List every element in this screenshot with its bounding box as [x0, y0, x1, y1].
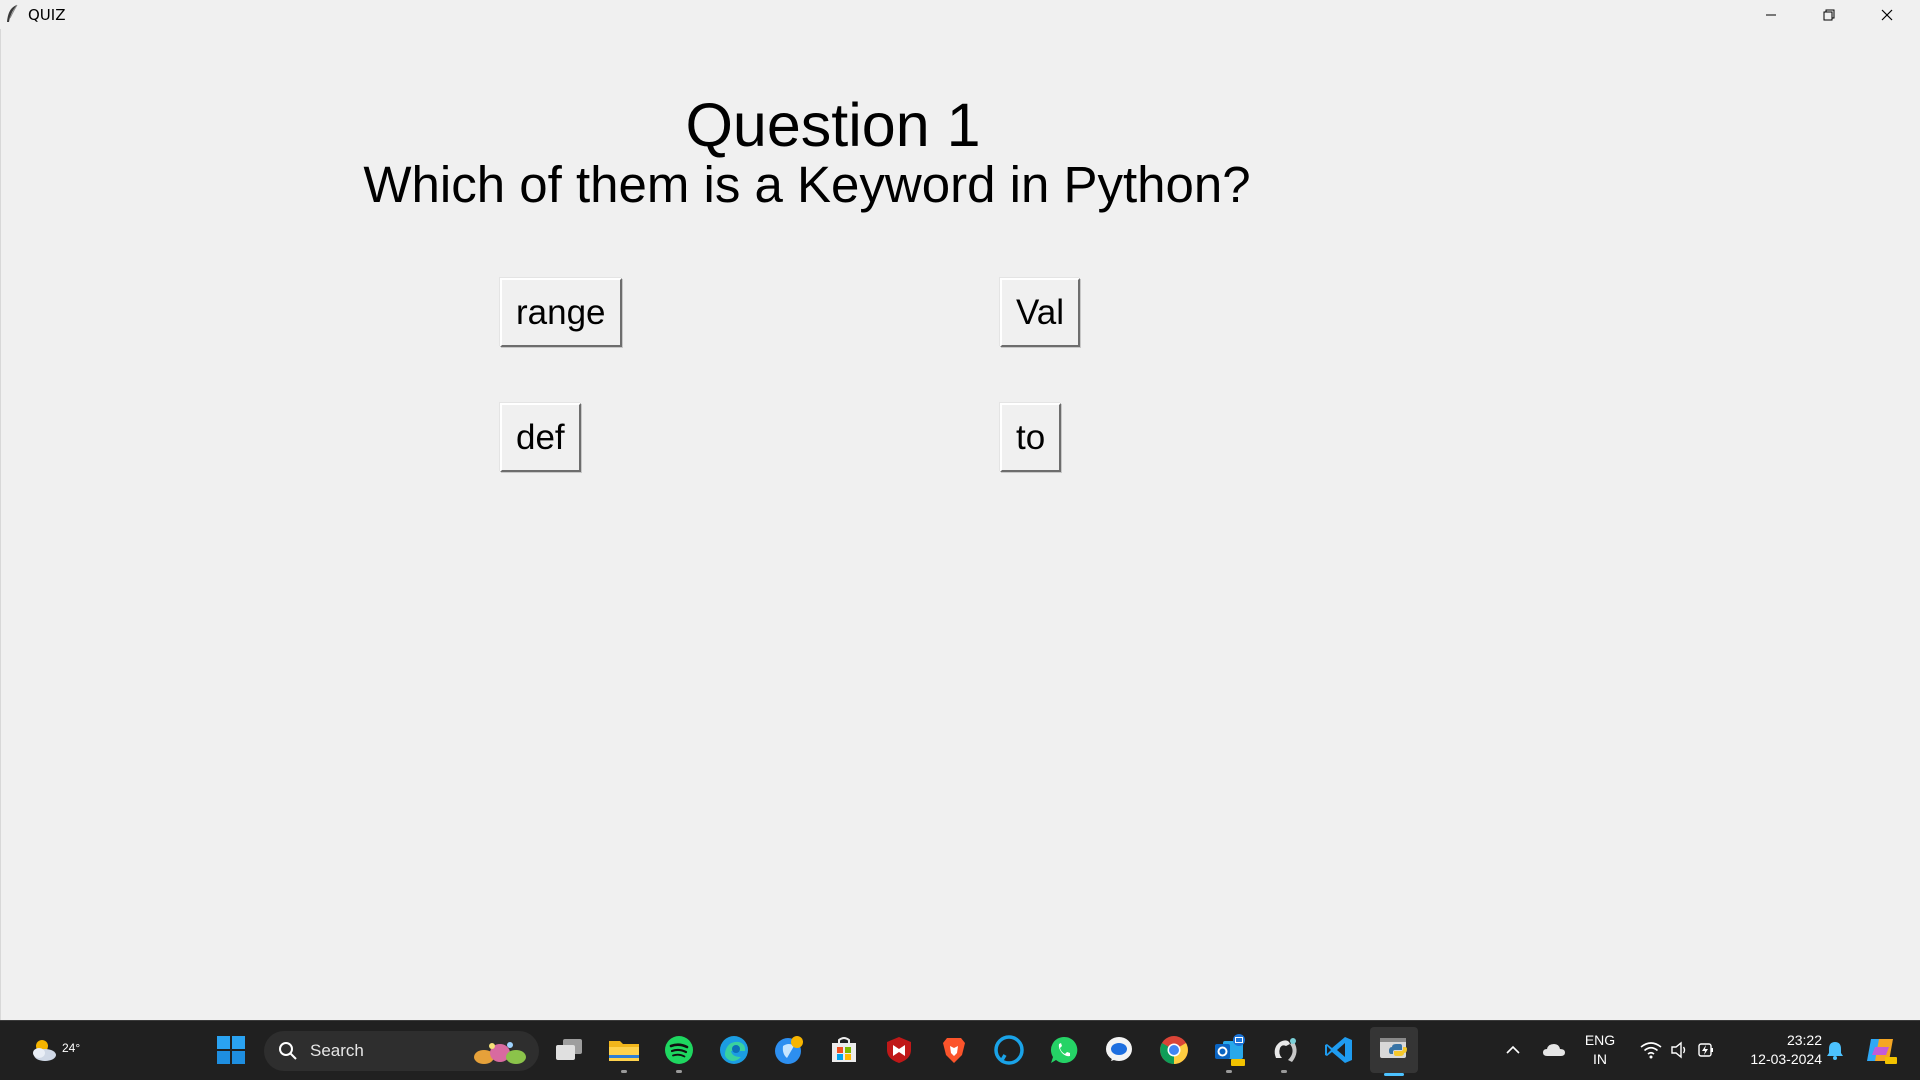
- bell-icon: [1827, 1042, 1843, 1060]
- vscode-icon: [1325, 1037, 1352, 1063]
- running-indicator: [1226, 1070, 1232, 1073]
- edge-button[interactable]: [714, 1030, 754, 1070]
- outlook-button[interactable]: [1209, 1030, 1249, 1073]
- messenger-button[interactable]: [1099, 1030, 1139, 1070]
- language-code: ENG: [1584, 1032, 1616, 1048]
- spotify-button[interactable]: [659, 1030, 699, 1073]
- question-text: Which of them is a Keyword in Python?: [363, 156, 1251, 213]
- running-indicator: [676, 1070, 682, 1073]
- file-explorer-icon: [609, 1041, 639, 1061]
- chrome-button[interactable]: [1154, 1030, 1194, 1070]
- option-button-val[interactable]: Val: [1000, 278, 1080, 347]
- copilot-button[interactable]: [1860, 1030, 1902, 1070]
- option-button-def[interactable]: def: [500, 403, 581, 472]
- active-indicator: [1384, 1073, 1404, 1076]
- mcafee-icon: [887, 1037, 911, 1063]
- window-titlebar[interactable]: QUIZ: [0, 0, 1920, 29]
- start-button[interactable]: [211, 1030, 251, 1070]
- clock-date: 12-03-2024: [1750, 1051, 1822, 1067]
- quiz-window-content: Question 1 Which of them is a Keyword in…: [0, 29, 1920, 1020]
- onedrive-button[interactable]: [1534, 1030, 1574, 1070]
- chevron-up-icon: [1506, 1045, 1520, 1054]
- spotify-icon: [665, 1036, 693, 1064]
- brave-icon: [943, 1038, 965, 1063]
- file-explorer-button[interactable]: [604, 1030, 644, 1073]
- python-icon: [1380, 1038, 1407, 1058]
- taskbar-search-box[interactable]: Search: [264, 1031, 539, 1071]
- app-icon: [1274, 1038, 1297, 1062]
- restore-button[interactable]: [1800, 0, 1858, 29]
- clock[interactable]: 23:22 12-03-2024: [1732, 1031, 1822, 1069]
- microsoft-store-button[interactable]: [824, 1030, 864, 1070]
- running-indicator: [621, 1070, 627, 1073]
- weather-widget[interactable]: 24°: [20, 1030, 80, 1070]
- weather-temperature: 24°: [62, 1041, 81, 1055]
- task-view-icon: [556, 1039, 582, 1060]
- messenger-icon: [1106, 1037, 1132, 1061]
- search-icon: [279, 1042, 297, 1060]
- option-button-to[interactable]: to: [1000, 403, 1062, 472]
- mcafee-button[interactable]: [879, 1030, 919, 1070]
- volume-icon: [1671, 1041, 1686, 1059]
- running-indicator: [1281, 1070, 1287, 1073]
- weather-icon: [33, 1040, 56, 1061]
- option-button-range[interactable]: range: [500, 278, 622, 347]
- window-title: QUIZ: [28, 6, 66, 24]
- battery-icon: [1698, 1043, 1713, 1057]
- restore-icon: [1823, 9, 1835, 20]
- show-hidden-icons-button[interactable]: [1492, 1030, 1534, 1070]
- quick-settings-button[interactable]: [1630, 1030, 1726, 1070]
- brave-button[interactable]: [934, 1030, 974, 1070]
- close-button[interactable]: [1858, 0, 1916, 29]
- feather-app-icon: [5, 4, 19, 24]
- whatsapp-icon: [1050, 1036, 1078, 1063]
- alexa-icon: [994, 1035, 1024, 1065]
- region-code: IN: [1593, 1051, 1607, 1067]
- browser-button[interactable]: [769, 1030, 809, 1070]
- task-view-button[interactable]: [549, 1030, 589, 1070]
- edge-icon: [720, 1036, 748, 1064]
- vscode-button[interactable]: [1319, 1030, 1359, 1070]
- whatsapp-button[interactable]: [1044, 1030, 1084, 1070]
- browser-icon: [775, 1036, 803, 1064]
- wifi-icon: [1640, 1042, 1662, 1059]
- search-placeholder: Search: [310, 1041, 364, 1060]
- language-indicator[interactable]: ENG IN: [1578, 1031, 1622, 1069]
- onedrive-icon: [1543, 1044, 1565, 1056]
- alexa-button[interactable]: [989, 1030, 1029, 1070]
- copilot-icon: [1867, 1039, 1897, 1064]
- clock-time: 23:22: [1786, 1032, 1822, 1048]
- minimize-button[interactable]: [1742, 0, 1800, 29]
- taskbar: 24° Search ENG IN 23:22 12-03-2024: [0, 1020, 1920, 1080]
- search-highlight-icon: [474, 1042, 526, 1064]
- outlook-icon: [1215, 1034, 1245, 1066]
- minimize-icon: [1766, 14, 1776, 15]
- python-button[interactable]: [1370, 1027, 1418, 1076]
- question-title: Question 1: [685, 91, 981, 159]
- close-icon: [1881, 9, 1893, 20]
- app-button[interactable]: [1264, 1030, 1304, 1073]
- microsoft-store-icon: [832, 1037, 856, 1062]
- chrome-icon: [1160, 1036, 1188, 1064]
- start-icon: [217, 1036, 245, 1064]
- notifications-button[interactable]: [1815, 1030, 1855, 1070]
